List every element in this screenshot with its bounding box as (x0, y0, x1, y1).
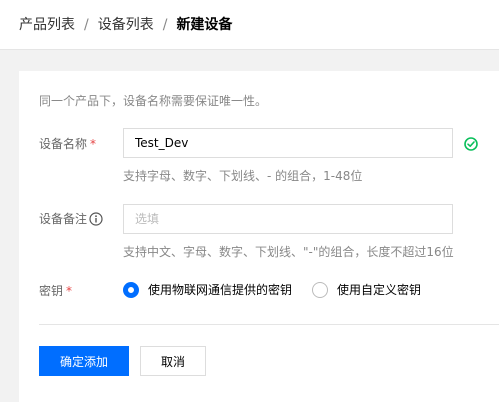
cancel-button[interactable]: 取消 (140, 346, 206, 376)
device-remark-label: 设备备注 (39, 211, 103, 227)
page-header: 产品列表 / 设备列表 / 新建设备 (0, 0, 499, 50)
breadcrumb-separator: / (84, 17, 89, 33)
device-remark-label-text: 设备备注 (39, 212, 88, 226)
form-card: 同一个产品下，设备名称需要保证唯一性。 设备名称 * 支持字母、数字、下划线、-… (19, 71, 499, 402)
radio-platform-secret[interactable]: 使用物联网通信提供的密钥 (123, 282, 292, 298)
device-name-input[interactable] (123, 128, 453, 158)
radio-checked-icon[interactable] (123, 282, 139, 298)
radio-custom-secret-label: 使用自定义密钥 (337, 283, 422, 297)
check-circle-icon (464, 137, 478, 151)
radio-custom-secret[interactable]: 使用自定义密钥 (312, 282, 421, 298)
breadcrumb-separator: / (162, 17, 168, 33)
divider (39, 324, 499, 325)
info-circle-icon[interactable] (89, 212, 103, 226)
device-name-label-text: 设备名称 (39, 137, 88, 151)
radio-unchecked-icon[interactable] (312, 282, 329, 298)
confirm-add-button[interactable]: 确定添加 (39, 346, 129, 376)
device-remark-input[interactable] (123, 204, 453, 234)
secret-label-text: 密钥 (39, 284, 64, 298)
device-remark-help: 支持中文、字母、数字、下划线、"-"的组合，长度不超过16位 (123, 245, 454, 259)
breadcrumb-current: 新建设备 (176, 17, 233, 33)
breadcrumb-product-list[interactable]: 产品列表 (19, 16, 75, 34)
required-mark: * (66, 284, 73, 298)
device-name-label: 设备名称 * (39, 136, 96, 152)
secret-radio-group: 使用物联网通信提供的密钥 使用自定义密钥 (123, 282, 441, 298)
form-hint: 同一个产品下，设备名称需要保证唯一性。 (39, 94, 268, 108)
required-mark: * (90, 137, 97, 151)
device-name-help: 支持字母、数字、下划线、- 的组合，1-48位 (123, 169, 363, 183)
secret-label: 密钥 * (39, 283, 72, 299)
breadcrumb-device-list[interactable]: 设备列表 (98, 16, 154, 34)
breadcrumb: 产品列表 / 设备列表 / 新建设备 (19, 16, 232, 34)
radio-platform-secret-label: 使用物联网通信提供的密钥 (148, 283, 293, 297)
